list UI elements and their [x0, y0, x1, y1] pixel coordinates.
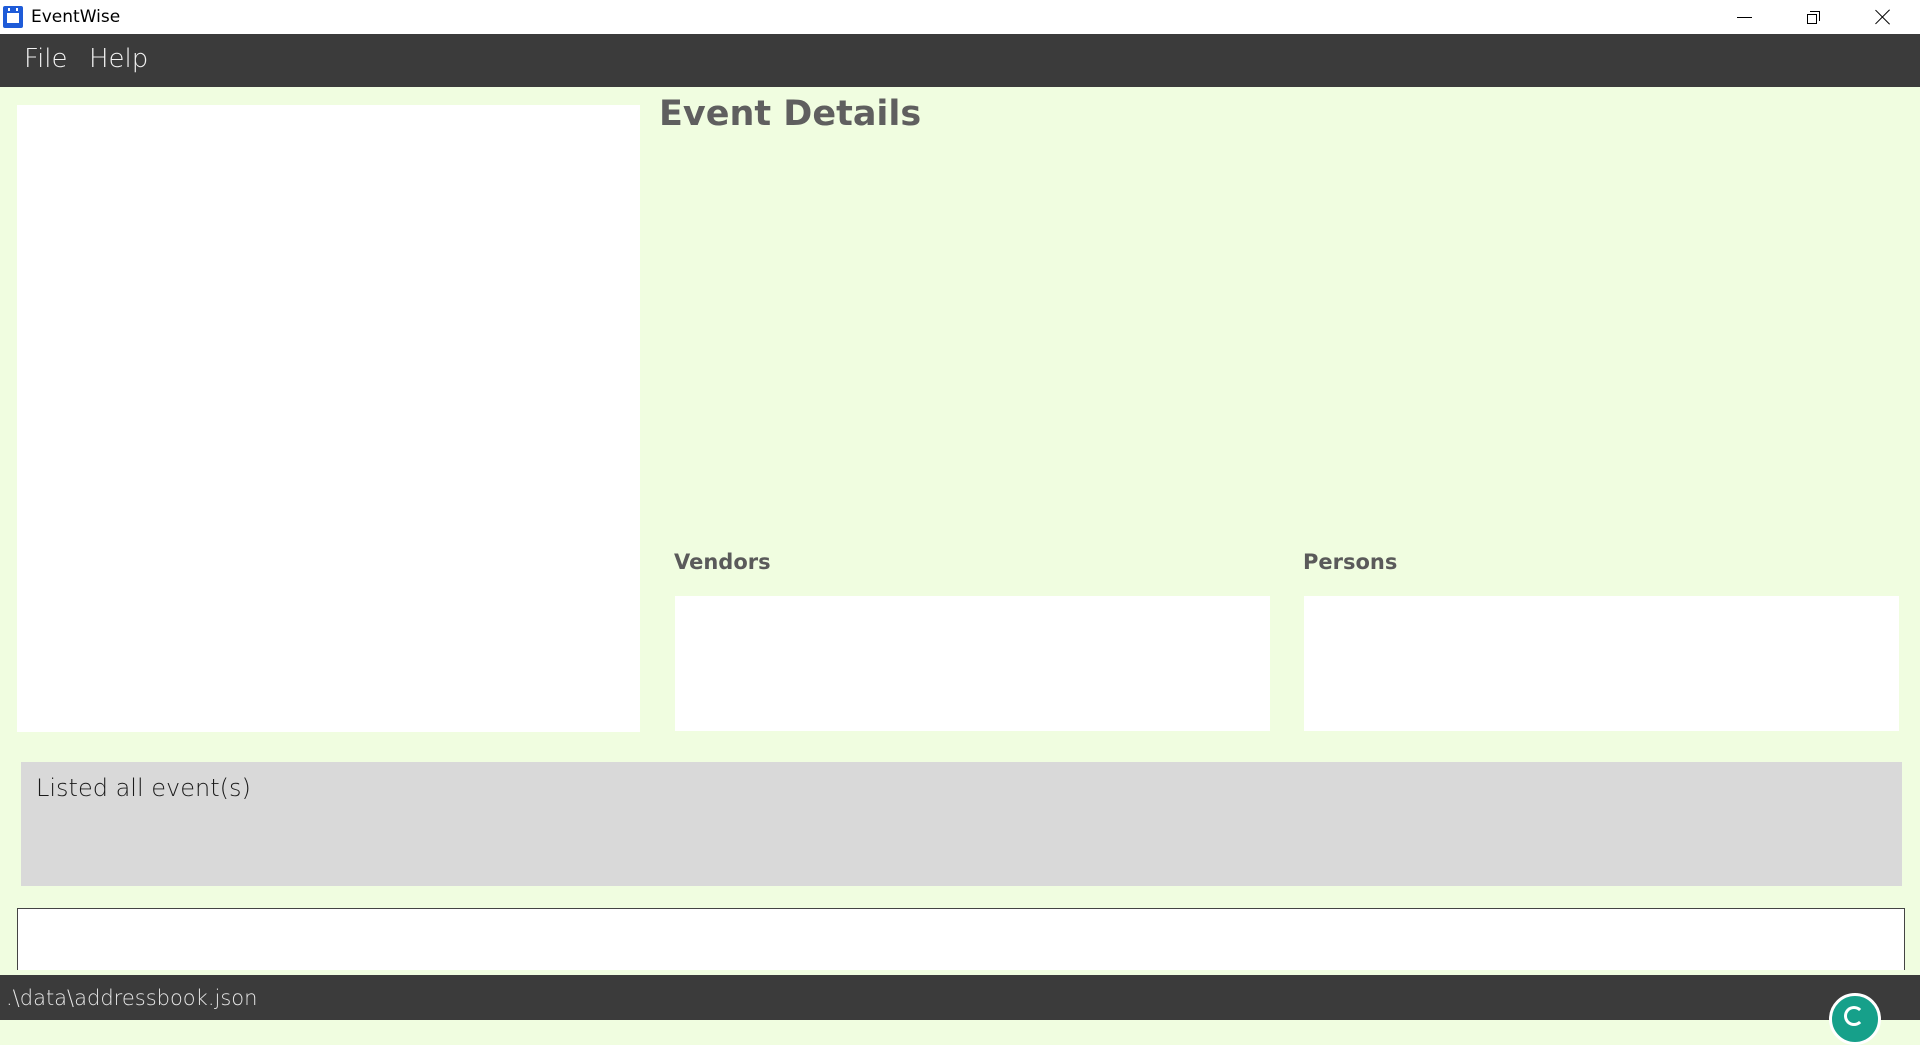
title-bar: EventWise	[0, 0, 1920, 34]
status-bar: .\data\addressbook.json	[0, 975, 1920, 1020]
menu-file[interactable]: File	[24, 44, 68, 74]
persons-list-panel[interactable]	[1304, 596, 1899, 731]
restore-icon	[1807, 11, 1820, 24]
command-input[interactable]	[17, 908, 1905, 970]
menu-help[interactable]: Help	[89, 44, 148, 74]
menu-bar: File Help	[0, 34, 1920, 87]
result-display: Listed all event(s)	[21, 762, 1902, 886]
vendors-list-panel[interactable]	[675, 596, 1270, 731]
minimize-button[interactable]	[1709, 0, 1779, 34]
status-file-path: .\data\addressbook.json	[6, 986, 258, 1010]
minimize-icon	[1736, 16, 1752, 18]
result-message: Listed all event(s)	[36, 774, 251, 802]
event-details-title: Event Details	[659, 94, 922, 134]
window-title: EventWise	[31, 7, 121, 27]
persons-label: Persons	[1303, 550, 1398, 574]
close-button[interactable]	[1848, 0, 1918, 34]
vendors-label: Vendors	[674, 550, 771, 574]
grammarly-icon[interactable]	[1829, 993, 1881, 1045]
close-icon	[1875, 9, 1891, 25]
restore-button[interactable]	[1778, 0, 1848, 34]
calendar-icon	[3, 6, 23, 28]
event-list-panel[interactable]	[17, 105, 640, 732]
